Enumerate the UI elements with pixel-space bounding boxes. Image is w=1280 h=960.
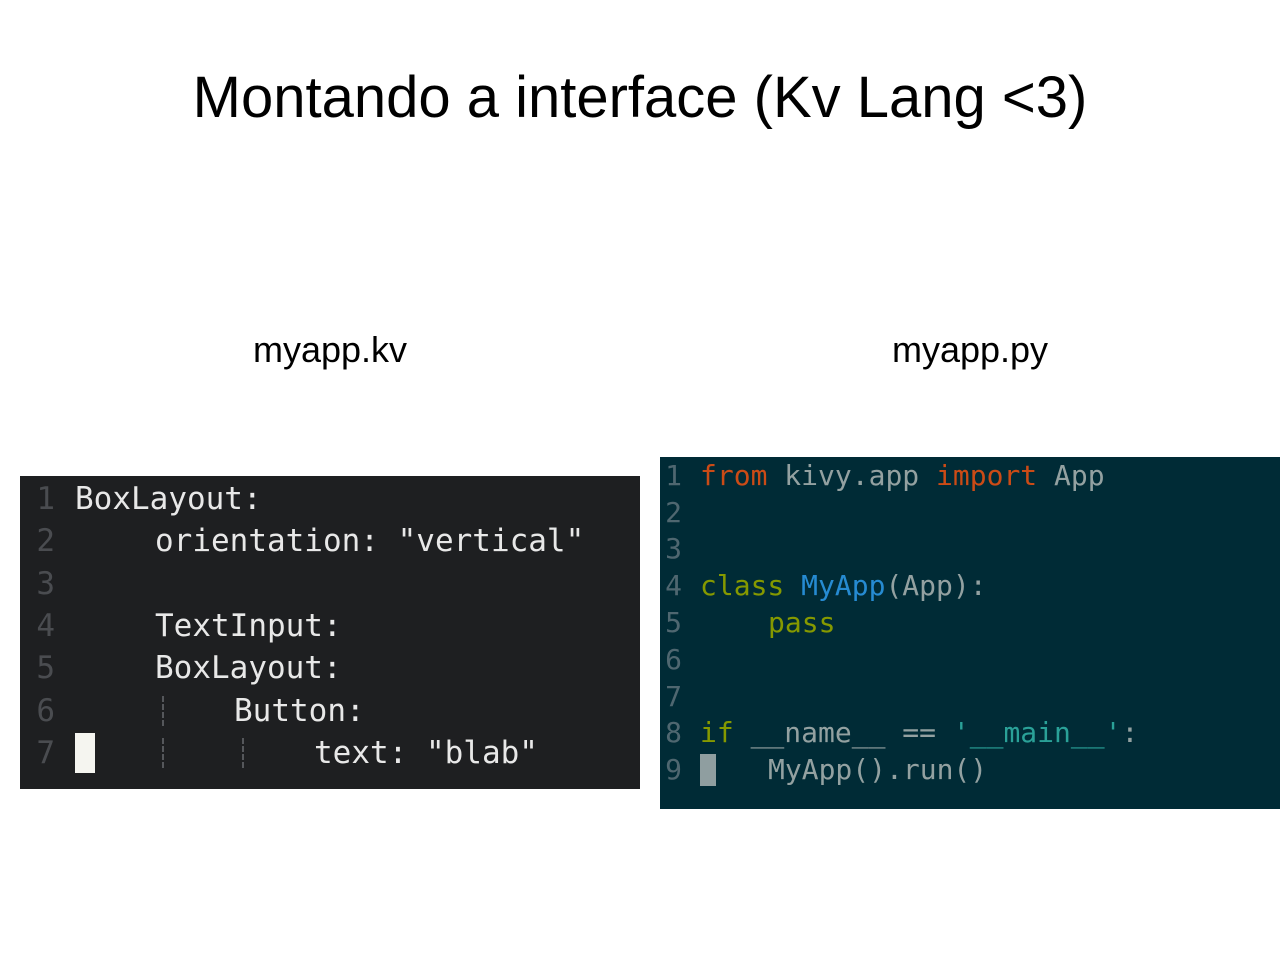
slide-title: Montando a interface (Kv Lang <3) (192, 65, 1088, 130)
code-line: 1 from kivy.app import App (660, 457, 1280, 494)
code-line: 4 class MyApp (App): (660, 567, 1280, 604)
code-text: Button: (234, 692, 365, 729)
py-code-editor: 1 from kivy.app import App 2 3 4 class M… (660, 457, 1280, 809)
dunder-name: __name__ (750, 716, 886, 750)
line-number: 3 (665, 532, 682, 566)
code-line: 6 Button: (20, 689, 640, 731)
colon: : (1121, 716, 1139, 750)
main-string: __main__ (969, 716, 1105, 750)
keyword-import: import (936, 458, 1038, 492)
line-number: 1 (36, 481, 55, 518)
line-number: 1 (665, 458, 682, 492)
import-name: App (1054, 458, 1105, 492)
code-line: 5 pass (660, 604, 1280, 641)
code-line: 9 MyApp().run() (660, 751, 1280, 788)
code-text: orientation: "vertical" (155, 523, 585, 560)
line-number: 9 (665, 753, 682, 787)
equals-operator: == (902, 716, 937, 750)
code-line: 2 orientation: "vertical" (20, 520, 640, 562)
keyword-from: from (700, 458, 768, 492)
class-args: (App): (885, 569, 987, 603)
line-number: 2 (665, 495, 682, 529)
code-line: 4 TextInput: (20, 605, 640, 647)
code-line: 5 BoxLayout: (20, 647, 640, 689)
class-name: MyApp (801, 569, 886, 603)
line-number: 2 (36, 523, 55, 560)
py-file-label: myapp.py (891, 329, 1049, 370)
line-number: 3 (36, 565, 55, 602)
line-number: 7 (665, 679, 682, 713)
keyword-class: class (700, 569, 785, 603)
quote-close: ' (1104, 716, 1122, 750)
run-call: MyApp().run() (768, 753, 988, 787)
line-number: 6 (665, 642, 682, 676)
code-line: 2 (660, 494, 1280, 531)
code-text: TextInput: (155, 608, 342, 645)
code-line: 7 (660, 678, 1280, 715)
code-line: 1 BoxLayout: (20, 478, 640, 520)
line-number: 4 (665, 569, 682, 603)
text-cursor (75, 732, 95, 773)
line-number: 8 (665, 716, 682, 750)
kv-file-label: myapp.kv (252, 329, 408, 370)
code-text: BoxLayout: (155, 650, 342, 687)
line-number: 4 (36, 608, 55, 645)
slide: Montando a interface (Kv Lang <3) myapp.… (0, 0, 1280, 960)
line-number: 6 (36, 692, 55, 729)
keyword-if: if (700, 716, 734, 750)
line-number: 5 (665, 606, 682, 640)
code-line: 6 (660, 641, 1280, 678)
code-text: text: "blab" (314, 734, 538, 771)
text-cursor (700, 753, 716, 786)
code-line: 3 (660, 531, 1280, 568)
indent-guide (162, 737, 164, 768)
code-line: 8 if __name__ == ' __main__ ' : (660, 715, 1280, 752)
quote-open: ' (952, 716, 970, 750)
module-name: kivy.app (784, 458, 920, 492)
kv-code-editor: 1 BoxLayout: 2 orientation: "vertical" 3… (20, 476, 640, 789)
code-text: BoxLayout: (75, 481, 262, 518)
code-line: 3 (20, 563, 640, 605)
line-number: 5 (36, 650, 55, 687)
line-number: 7 (36, 734, 55, 771)
code-line: 7 text: "blab" (20, 732, 640, 774)
keyword-pass: pass (768, 606, 836, 640)
